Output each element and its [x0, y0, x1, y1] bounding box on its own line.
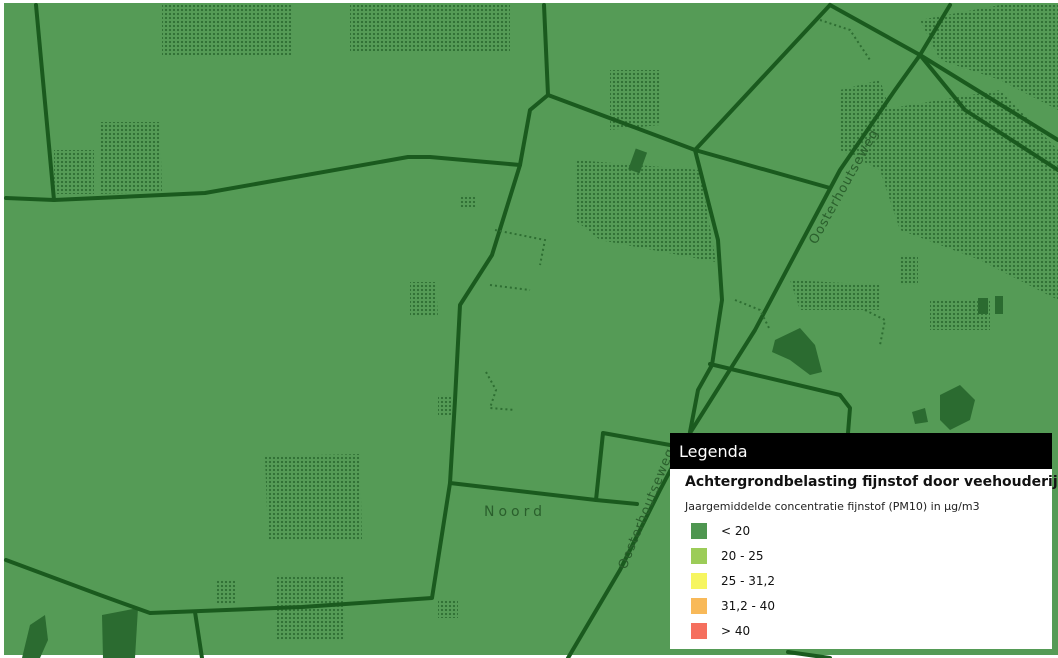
legend-item-label: > 40 — [721, 623, 751, 638]
legend-title: Legenda — [670, 433, 1052, 469]
forest-patch — [410, 282, 438, 316]
legend-subtitle: Jaargemiddelde concentratie fijnstof (PM… — [685, 500, 980, 513]
legend-item: 25 - 31,2 — [691, 568, 1052, 593]
legend-swatch — [691, 522, 707, 539]
legend-swatch — [691, 547, 707, 564]
legend-item: < 20 — [691, 518, 1052, 543]
legend-item-label: 20 - 25 — [721, 548, 764, 563]
forest-patch — [54, 150, 94, 194]
forest-patch — [438, 395, 452, 415]
legend-swatch — [691, 622, 707, 639]
forest-patch — [162, 5, 292, 55]
legend-item-label: < 20 — [721, 523, 751, 538]
legend-item: 20 - 25 — [691, 543, 1052, 568]
legend-swatch — [691, 597, 707, 614]
forest-patch — [350, 5, 510, 51]
legend-item: > 40 — [691, 618, 1052, 643]
forest-patch — [790, 280, 880, 310]
water-body — [978, 298, 988, 314]
legend-panel: Legenda Achtergrondbelasting fijnstof do… — [670, 433, 1058, 649]
legend-layer-title: Achtergrondbelasting fijnstof door veeho… — [685, 474, 1058, 490]
legend-item-label: 25 - 31,2 — [721, 573, 775, 588]
forest-patch — [100, 122, 162, 194]
legend-swatch — [691, 572, 707, 589]
water-body — [102, 608, 138, 658]
place-label: Noord — [484, 504, 546, 520]
forest-patch — [900, 255, 918, 285]
forest-patch — [460, 195, 476, 207]
legend-items: < 20 20 - 25 25 - 31,2 31,2 - 40 > 40 — [670, 518, 1052, 643]
forest-patch — [265, 454, 362, 540]
water-body — [995, 296, 1003, 314]
legend-item-label: 31,2 - 40 — [721, 598, 775, 613]
forest-patch — [215, 580, 235, 604]
legend-item: 31,2 - 40 — [691, 593, 1052, 618]
forest-patch — [438, 600, 458, 618]
